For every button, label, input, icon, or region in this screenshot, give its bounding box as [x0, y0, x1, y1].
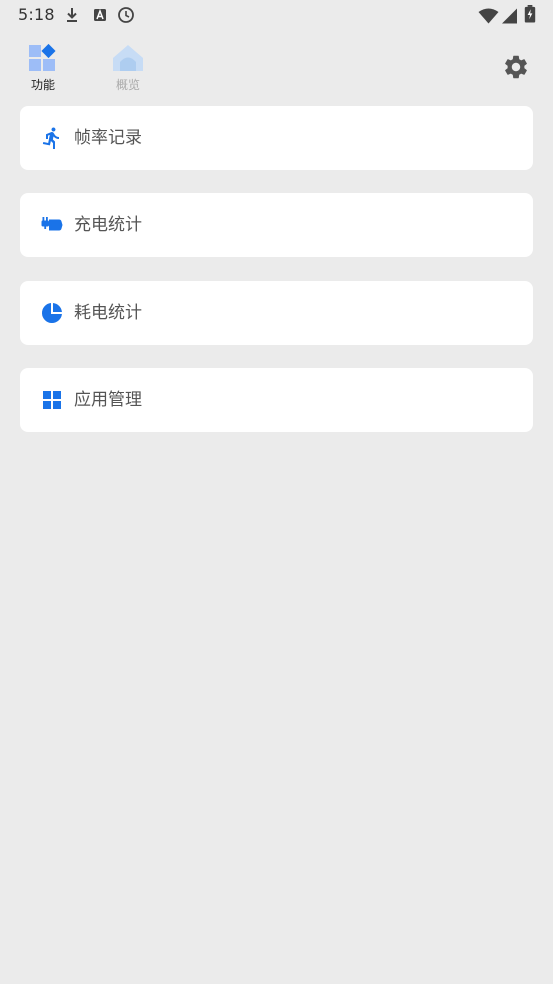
screen: 5:18 功能 概览 帧率记录 充电统计 耗电统计 应用管理 — [0, 0, 553, 984]
download-icon — [67, 8, 77, 22]
menu-item-label: 应用管理 — [74, 390, 142, 410]
signal-icon — [502, 8, 517, 24]
app-badge-icon — [94, 8, 106, 21]
status-time: 5:18 — [18, 5, 55, 24]
menu-item-fps-record[interactable]: 帧率记录 — [20, 106, 533, 170]
charger-plug-icon — [41, 217, 63, 231]
pie-chart-icon — [42, 303, 62, 323]
status-bar: 5:18 — [0, 0, 553, 32]
tab-overview-label: 概览 — [115, 78, 140, 92]
menu-item-label: 耗电统计 — [74, 303, 142, 323]
menu-item-charging-stats[interactable]: 充电统计 — [20, 193, 533, 257]
gear-icon[interactable] — [502, 53, 530, 81]
home-icon — [113, 45, 143, 71]
apps-icon — [29, 43, 56, 71]
menu-item-label: 充电统计 — [74, 215, 142, 235]
wifi-icon — [478, 8, 499, 24]
menu-item-app-management[interactable]: 应用管理 — [20, 368, 533, 432]
tab-features-label: 功能 — [30, 78, 55, 92]
menu-item-label: 帧率记录 — [74, 128, 142, 148]
grid-icon — [43, 391, 61, 409]
clock-icon — [118, 7, 134, 23]
menu-item-power-usage-stats[interactable]: 耗电统计 — [20, 281, 533, 345]
battery-charging-icon — [524, 5, 536, 23]
tab-overview[interactable]: 概览 — [98, 42, 158, 98]
tab-features[interactable]: 功能 — [13, 42, 73, 98]
running-icon — [42, 127, 59, 149]
